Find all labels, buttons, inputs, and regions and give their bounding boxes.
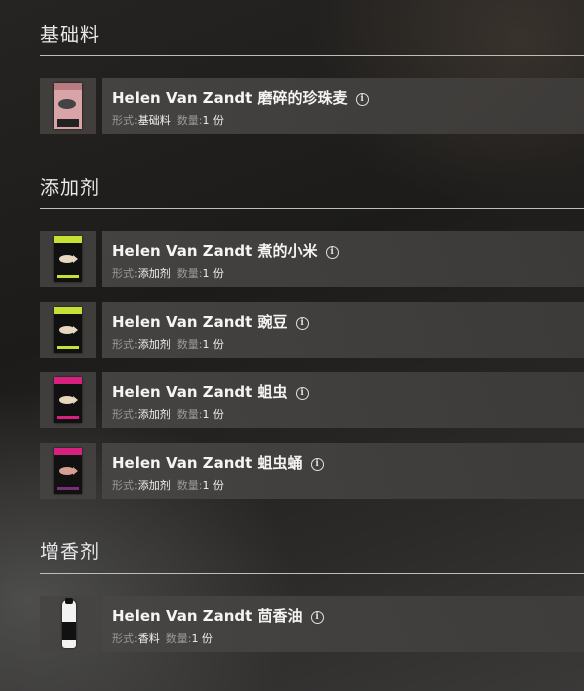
ingredient-meta: 形式:香料 数量:1 份: [112, 630, 213, 646]
type-label: 形式:: [112, 479, 138, 492]
ingredient-thumbnail: [40, 78, 96, 134]
ingredient-item[interactable]: Helen Van Zandt 蛆虫 i 形式:添加剂 数量:1 份: [40, 372, 584, 428]
section-divider: [40, 208, 584, 209]
ingredient-item[interactable]: Helen Van Zandt 茴香油 i 形式:香料 数量:1 份: [40, 596, 584, 652]
ingredient-item[interactable]: Helen Van Zandt 磨碎的珍珠麦 i 形式:基础料 数量:1 份: [40, 78, 584, 134]
ingredient-name: Helen Van Zandt 豌豆: [112, 313, 288, 331]
section-title: 基础料: [40, 24, 101, 46]
ingredient-thumbnail: [40, 302, 96, 358]
ingredient-name: Helen Van Zandt 磨碎的珍珠麦: [112, 89, 348, 107]
quantity-label: 数量:: [176, 479, 203, 492]
pink-bait-bag-icon: [54, 83, 82, 129]
type-label: 形式:: [112, 408, 138, 421]
type-value: 添加剂: [137, 408, 171, 421]
quantity-label: 数量:: [165, 632, 192, 645]
type-value: 添加剂: [137, 338, 171, 351]
section-divider: [40, 573, 584, 574]
quantity-value: 1 份: [191, 632, 213, 645]
quantity-label: 数量:: [176, 408, 203, 421]
ingredient-info: Helen Van Zandt 蛆虫蛹 i 形式:添加剂 数量:1 份: [102, 443, 584, 499]
green-additive-bag-icon: [54, 236, 82, 282]
ingredient-meta: 形式:添加剂 数量:1 份: [112, 336, 224, 352]
ingredient-info: Helen Van Zandt 磨碎的珍珠麦 i 形式:基础料 数量:1 份: [102, 78, 584, 134]
ingredient-name: Helen Van Zandt 茴香油: [112, 607, 303, 625]
green-additive-bag-icon: [54, 307, 82, 353]
ingredient-meta: 形式:添加剂 数量:1 份: [112, 406, 224, 422]
ingredient-item[interactable]: Helen Van Zandt 煮的小米 i 形式:添加剂 数量:1 份: [40, 231, 584, 287]
section-title: 增香剂: [40, 541, 101, 563]
quantity-label: 数量:: [176, 338, 203, 351]
quantity-value: 1 份: [202, 338, 224, 351]
info-icon[interactable]: i: [295, 387, 309, 400]
type-value: 基础料: [137, 114, 171, 127]
magenta-additive-bag-icon: [54, 448, 82, 494]
ingredient-info: Helen Van Zandt 茴香油 i 形式:香料 数量:1 份: [102, 596, 584, 652]
info-icon[interactable]: i: [310, 611, 324, 624]
quantity-label: 数量:: [176, 267, 203, 280]
ingredient-thumbnail: [40, 443, 96, 499]
ingredient-item[interactable]: Helen Van Zandt 蛆虫蛹 i 形式:添加剂 数量:1 份: [40, 443, 584, 499]
section-title: 添加剂: [40, 177, 101, 199]
ingredient-thumbnail: [40, 231, 96, 287]
quantity-value: 1 份: [202, 267, 224, 280]
info-icon[interactable]: i: [355, 93, 369, 106]
info-icon[interactable]: i: [295, 317, 309, 330]
ingredient-meta: 形式:添加剂 数量:1 份: [112, 477, 224, 493]
type-value: 香料: [137, 632, 160, 645]
section-divider: [40, 55, 584, 56]
ingredient-thumbnail: [40, 596, 96, 652]
ingredient-name: Helen Van Zandt 蛆虫: [112, 383, 288, 401]
info-icon[interactable]: i: [325, 246, 339, 259]
type-label: 形式:: [112, 338, 138, 351]
ingredient-info: Helen Van Zandt 豌豆 i 形式:添加剂 数量:1 份: [102, 302, 584, 358]
type-label: 形式:: [112, 632, 138, 645]
ingredient-meta: 形式:添加剂 数量:1 份: [112, 265, 224, 281]
info-icon[interactable]: i: [310, 458, 324, 471]
flavor-bottle-icon: [62, 598, 76, 648]
ingredient-meta: 形式:基础料 数量:1 份: [112, 112, 224, 128]
ingredient-name: Helen Van Zandt 煮的小米: [112, 242, 318, 260]
ingredient-name: Helen Van Zandt 蛆虫蛹: [112, 454, 303, 472]
magenta-additive-bag-icon: [54, 377, 82, 423]
type-value: 添加剂: [137, 479, 171, 492]
type-value: 添加剂: [137, 267, 171, 280]
quantity-value: 1 份: [202, 408, 224, 421]
quantity-value: 1 份: [202, 479, 224, 492]
quantity-value: 1 份: [202, 114, 224, 127]
ingredient-item[interactable]: Helen Van Zandt 豌豆 i 形式:添加剂 数量:1 份: [40, 302, 584, 358]
ingredient-info: Helen Van Zandt 煮的小米 i 形式:添加剂 数量:1 份: [102, 231, 584, 287]
type-label: 形式:: [112, 267, 138, 280]
ingredient-thumbnail: [40, 372, 96, 428]
type-label: 形式:: [112, 114, 138, 127]
quantity-label: 数量:: [176, 114, 203, 127]
ingredient-info: Helen Van Zandt 蛆虫 i 形式:添加剂 数量:1 份: [102, 372, 584, 428]
